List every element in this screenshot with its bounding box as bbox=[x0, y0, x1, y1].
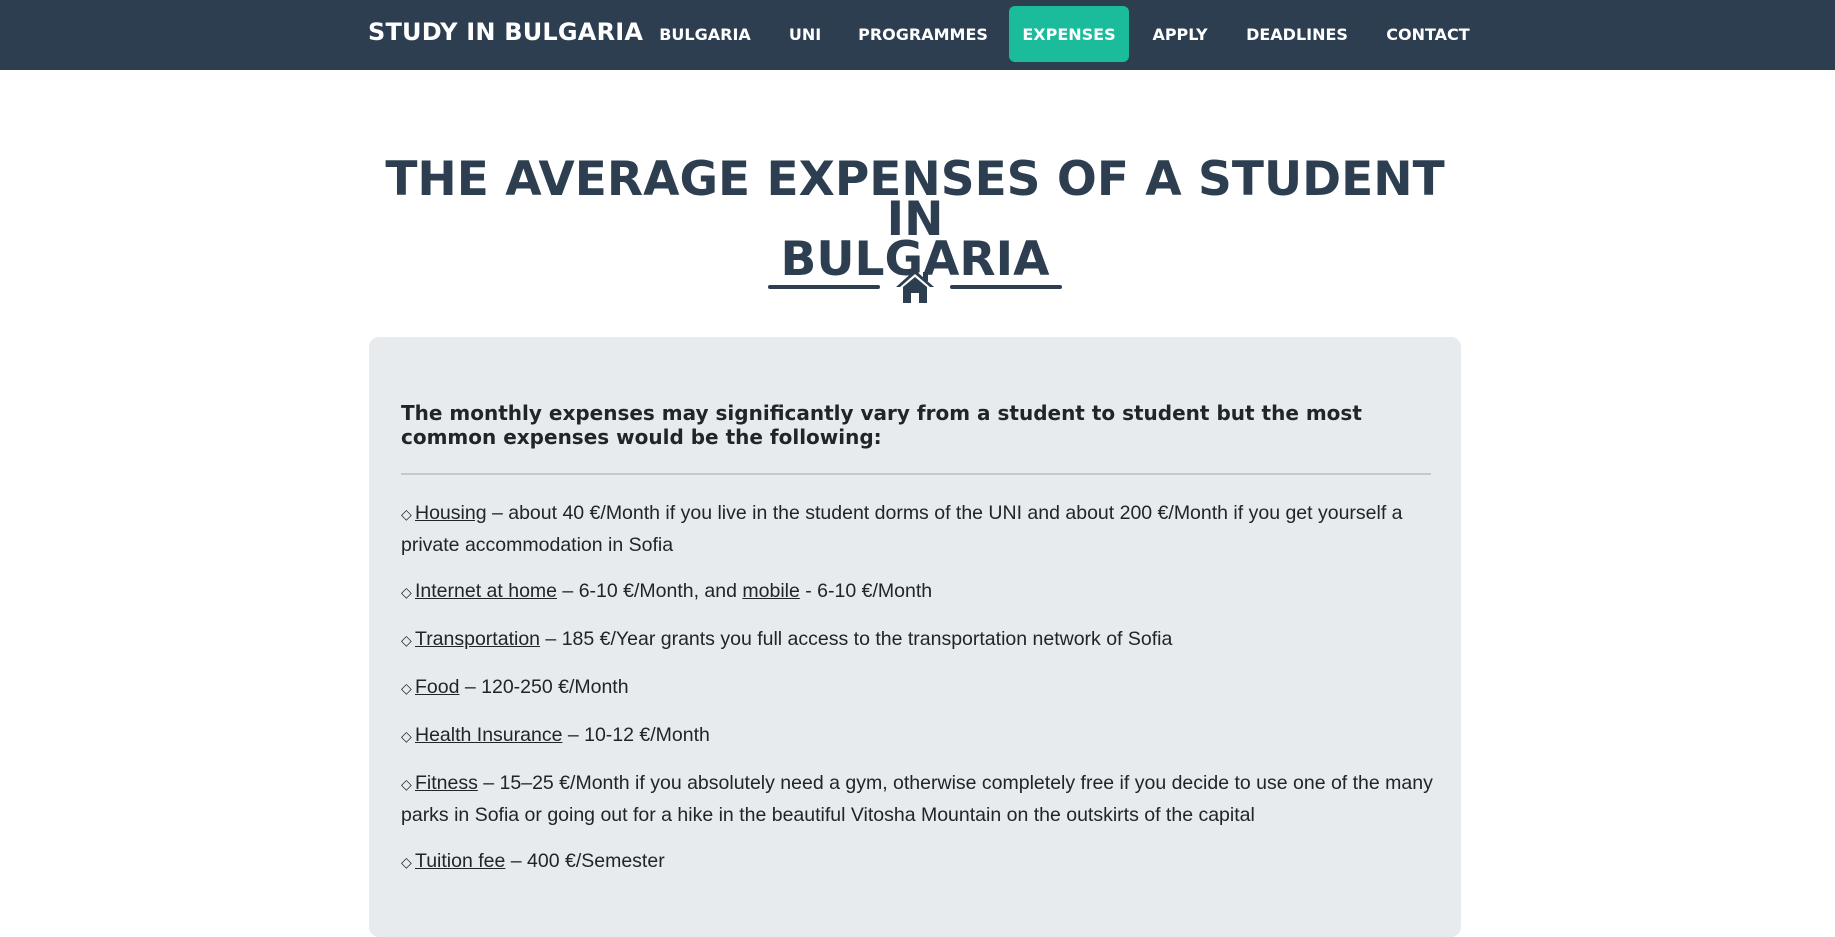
expense-item-tuition-fee: ◇ Tuition fee – 400 €/Semester bbox=[401, 846, 1441, 878]
expense-text: – 120-250 €/Month bbox=[459, 676, 629, 698]
health-insurance-link[interactable]: Health Insurance bbox=[415, 724, 562, 746]
brand-logo-link[interactable]: STUDY IN BULGARIA bbox=[368, 18, 643, 46]
nav-item-expenses[interactable]: EXPENSES bbox=[1009, 6, 1129, 62]
expense-item-fitness: ◇ Fitness – 15–25 €/Month if you absolute… bbox=[401, 768, 1441, 830]
title-divider bbox=[768, 268, 1062, 304]
nav-item-uni[interactable]: UNI bbox=[776, 6, 834, 62]
divider-line-right bbox=[950, 285, 1062, 289]
housing-link[interactable]: Housing bbox=[415, 502, 487, 524]
expenses-intro: The monthly expenses may significantly v… bbox=[401, 401, 1362, 449]
expense-text: – about 40 €/Month if you live in the st… bbox=[401, 502, 1403, 556]
expenses-card: The monthly expenses may significantly v… bbox=[369, 337, 1461, 937]
diamond-bullet-icon: ◇ bbox=[401, 777, 412, 793]
tuition-fee-link[interactable]: Tuition fee bbox=[415, 850, 505, 872]
expense-text: – 15–25 €/Month if you absolutely need a… bbox=[401, 772, 1433, 826]
food-link[interactable]: Food bbox=[415, 676, 459, 698]
diamond-bullet-icon: ◇ bbox=[401, 729, 412, 745]
expense-text: – 185 €/Year grants you full access to t… bbox=[540, 628, 1173, 650]
expense-item-internet: ◇ Internet at home – 6-10 €/Month, and mo… bbox=[401, 576, 1441, 608]
diamond-bullet-icon: ◇ bbox=[401, 855, 412, 871]
diamond-bullet-icon: ◇ bbox=[401, 633, 412, 649]
card-separator bbox=[401, 473, 1431, 475]
expense-item-housing: ◇ Housing – about 40 €/Month if you live … bbox=[401, 498, 1441, 560]
mobile-link[interactable]: mobile bbox=[742, 580, 799, 602]
expense-text: – 400 €/Semester bbox=[505, 850, 665, 872]
fitness-link[interactable]: Fitness bbox=[415, 772, 478, 794]
expense-text: – 10-12 €/Month bbox=[562, 724, 710, 746]
diamond-bullet-icon: ◇ bbox=[401, 681, 412, 697]
nav-item-programmes[interactable]: PROGRAMMES bbox=[850, 6, 996, 62]
expense-item-health-insurance: ◇ Health Insurance – 10-12 €/Month bbox=[401, 720, 1441, 752]
expense-text: - 6-10 €/Month bbox=[799, 580, 933, 602]
expense-item-food: ◇ Food – 120-250 €/Month bbox=[401, 672, 1441, 704]
expenses-list: ◇ Housing – about 40 €/Month if you live … bbox=[401, 498, 1441, 894]
page-title: THE AVERAGE EXPENSES OF A STUDENT IN BUL… bbox=[360, 156, 1470, 283]
nav-item-contact[interactable]: CONTACT bbox=[1375, 6, 1481, 62]
diamond-bullet-icon: ◇ bbox=[401, 507, 412, 523]
nav-item-deadlines[interactable]: DEADLINES bbox=[1238, 6, 1356, 62]
top-navbar: STUDY IN BULGARIA BULGARIA UNI PROGRAMME… bbox=[0, 0, 1835, 70]
expense-item-transportation: ◇ Transportation – 185 €/Year grants you … bbox=[401, 624, 1441, 656]
divider-line-left bbox=[768, 285, 880, 289]
internet-at-home-link[interactable]: Internet at home bbox=[415, 580, 557, 602]
nav-item-apply[interactable]: APPLY bbox=[1143, 6, 1217, 62]
diamond-bullet-icon: ◇ bbox=[401, 585, 412, 601]
home-icon bbox=[896, 270, 934, 303]
expense-text: – 6-10 €/Month, and bbox=[557, 580, 743, 602]
nav-item-bulgaria[interactable]: BULGARIA bbox=[649, 6, 761, 62]
transportation-link[interactable]: Transportation bbox=[415, 628, 540, 650]
